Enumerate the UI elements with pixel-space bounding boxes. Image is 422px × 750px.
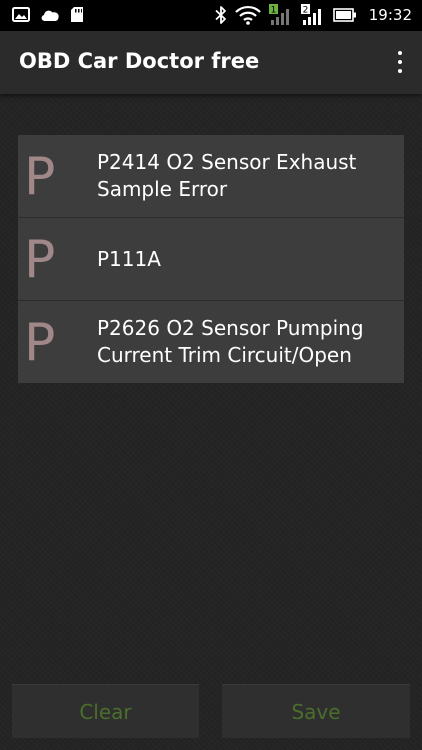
list-item[interactable]: P P2626 O2 Sensor Pumping Current Trim C… [18,301,404,383]
signal-sim2-icon: 2 [300,4,325,26]
sim2-badge-label: 2 [302,6,308,16]
overflow-menu-icon[interactable] [392,49,408,75]
battery-icon [332,8,357,22]
status-bar: 1 2 19:32 [0,0,422,31]
notification-icons [12,6,84,23]
save-button[interactable]: Save [222,684,410,738]
code-type-letter: P [24,230,56,290]
sd-card-icon [70,6,84,23]
signal-sim1-icon: 1 [268,4,293,26]
code-description: P111A [97,246,161,271]
app-title: OBD Car Doctor free [19,49,260,73]
code-description: P2414 O2 Sensor Exhaust Sample Error [97,150,357,201]
app-bar: OBD Car Doctor free [0,31,422,94]
system-icons: 1 2 19:32 [215,4,412,26]
clock: 19:32 [368,6,412,24]
wifi-icon [234,5,261,25]
code-description: P2626 O2 Sensor Pumping Current Trim Cir… [97,316,364,367]
list-item[interactable]: P P111A [18,218,404,301]
image-icon [12,7,30,22]
code-type-letter: P [24,147,56,207]
clear-button[interactable]: Clear [12,684,199,738]
list-item[interactable]: P P2414 O2 Sensor Exhaust Sample Error [18,135,404,218]
app-screen: 1 2 19:32 OBD Car Doctor free P P2414 O2… [0,0,422,750]
cloud-icon [40,8,60,22]
bluetooth-icon [215,5,227,25]
trouble-code-list: P P2414 O2 Sensor Exhaust Sample Error P… [18,135,404,383]
code-type-letter: P [24,313,56,373]
sim1-badge-label: 1 [270,6,276,16]
